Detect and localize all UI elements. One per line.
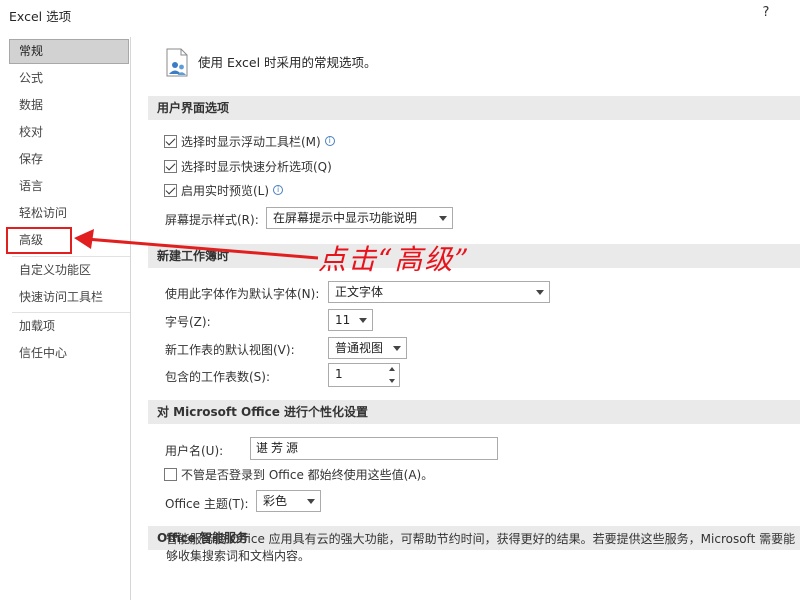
nav-item-data[interactable]: 数据 — [9, 93, 129, 118]
default-font-label: 使用此字体作为默认字体(N): — [165, 287, 320, 301]
default-font-value: 正文字体 — [335, 285, 384, 299]
always-use-values-checkbox[interactable] — [164, 468, 177, 481]
quick-analysis-option[interactable]: 选择时显示快速分析选项(Q) — [164, 159, 332, 177]
mini-toolbar-option[interactable]: 选择时显示浮动工具栏(M) i — [164, 134, 335, 152]
options-nav: 常规 公式 数据 校对 保存 语言 轻松访问 高级 自定义功能区 快速访问工具栏… — [8, 37, 131, 600]
default-view-value: 普通视图 — [335, 341, 384, 355]
screentip-style-value: 在屏幕提示中显示功能说明 — [273, 211, 418, 225]
live-preview-option[interactable]: 启用实时预览(L) i — [164, 183, 284, 201]
nav-item-language[interactable]: 语言 — [9, 174, 129, 199]
annotation-text: 点击“高级” — [318, 243, 471, 276]
title-bar: Excel 选项 ? — [0, 0, 800, 30]
always-use-values-option[interactable]: 不管是否登录到 Office 都始终使用这些值(A)。 — [164, 467, 433, 485]
default-view-dropdown[interactable]: 普通视图 — [328, 337, 407, 359]
help-button[interactable]: ? — [745, 0, 787, 28]
username-field[interactable]: 谌芳源 — [250, 437, 498, 460]
mini-toolbar-label: 选择时显示浮动工具栏(M) — [181, 135, 321, 149]
sheet-count-label: 包含的工作表数(S): — [165, 370, 271, 384]
nav-item-proofing[interactable]: 校对 — [9, 120, 129, 145]
username-label: 用户名(U): — [165, 444, 224, 458]
screentip-style-dropdown[interactable]: 在屏幕提示中显示功能说明 — [266, 207, 453, 229]
nav-item-formulas[interactable]: 公式 — [9, 66, 129, 91]
always-use-values-label: 不管是否登录到 Office 都始终使用这些值(A)。 — [181, 468, 434, 482]
spinner-up-icon[interactable] — [389, 367, 395, 371]
general-options-panel: 使用 Excel 时采用的常规选项。 用户界面选项 选择时显示浮动工具栏(M) i… — [138, 32, 800, 600]
intelligent-services-description: 智能服务使 Office 应用具有云的强大功能，可帮助节约时间，获得更好的结果。… — [166, 532, 796, 563]
general-options-icon — [166, 48, 188, 77]
office-theme-dropdown[interactable]: 彩色 — [256, 490, 321, 512]
section-header-ui-options: 用户界面选项 — [148, 96, 800, 120]
window-title: Excel 选项 — [9, 9, 72, 24]
font-size-value: 11 — [335, 313, 351, 327]
default-font-dropdown[interactable]: 正文字体 — [328, 281, 550, 303]
intro-text: 使用 Excel 时采用的常规选项。 — [198, 55, 377, 70]
spinner-down-icon[interactable] — [389, 379, 395, 383]
nav-item-general[interactable]: 常规 — [9, 39, 129, 64]
office-theme-label: Office 主题(T): — [165, 497, 249, 511]
mini-toolbar-checkbox[interactable] — [164, 135, 177, 148]
live-preview-checkbox[interactable] — [164, 184, 177, 197]
nav-item-accessibility[interactable]: 轻松访问 — [9, 201, 129, 226]
chevron-down-icon — [393, 346, 401, 351]
chevron-down-icon — [536, 290, 544, 295]
screentip-style-label: 屏幕提示样式(R): — [165, 213, 259, 227]
chevron-down-icon — [359, 318, 367, 323]
chevron-down-icon — [307, 499, 315, 504]
sheet-count-spinner[interactable]: 1 — [328, 363, 400, 387]
quick-analysis-label: 选择时显示快速分析选项(Q) — [181, 160, 332, 174]
default-view-label: 新工作表的默认视图(V): — [165, 343, 295, 357]
nav-item-save[interactable]: 保存 — [9, 147, 129, 172]
nav-divider — [12, 312, 130, 313]
nav-item-trust-center[interactable]: 信任中心 — [9, 341, 129, 366]
live-preview-label: 启用实时预览(L) — [181, 184, 270, 198]
nav-divider — [12, 256, 130, 257]
section-header-new-workbook: 新建工作簿时 — [148, 244, 800, 268]
font-size-dropdown[interactable]: 11 — [328, 309, 373, 331]
nav-item-quick-access-toolbar[interactable]: 快速访问工具栏 — [9, 285, 129, 310]
info-icon: i — [324, 136, 335, 146]
office-theme-value: 彩色 — [263, 494, 288, 508]
info-icon: i — [273, 185, 284, 195]
nav-item-customize-ribbon[interactable]: 自定义功能区 — [9, 258, 129, 283]
chevron-down-icon — [439, 216, 447, 221]
section-header-personalize: 对 Microsoft Office 进行个性化设置 — [148, 400, 800, 424]
sheet-count-value: 1 — [335, 367, 343, 381]
highlight-box-advanced — [6, 227, 72, 254]
nav-item-add-ins[interactable]: 加载项 — [9, 314, 129, 339]
font-size-label: 字号(Z): — [165, 315, 211, 329]
quick-analysis-checkbox[interactable] — [164, 160, 177, 173]
